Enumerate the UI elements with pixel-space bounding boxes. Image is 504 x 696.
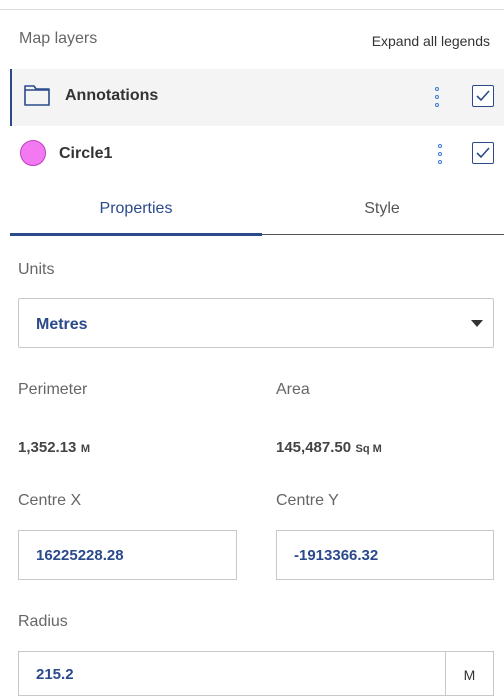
chevron-down-icon [471, 320, 483, 327]
top-divider [0, 9, 504, 10]
checkmark-icon [476, 90, 490, 102]
layer-menu-icon[interactable] [434, 87, 440, 107]
active-tab-indicator [10, 233, 262, 236]
centre-x-input[interactable]: 16225228.28 [18, 530, 237, 580]
layer-menu-icon[interactable] [437, 144, 443, 164]
perimeter-readout: 1,352.13 M [18, 439, 90, 457]
units-select[interactable]: Metres [18, 298, 494, 348]
expand-all-legends-link[interactable]: Expand all legends [372, 33, 490, 49]
radius-unit-box: M [445, 651, 494, 696]
panel-title: Map layers [19, 30, 98, 47]
area-label: Area [276, 381, 310, 398]
layer-label: Circle1 [59, 145, 113, 162]
centre-y-value: -1913366.32 [294, 547, 379, 564]
centre-y-input[interactable]: -1913366.32 [276, 530, 494, 580]
radius-label: Radius [18, 613, 68, 630]
area-value: 145,487.50 [276, 439, 352, 456]
folder-icon [24, 84, 50, 106]
tab-style[interactable]: Style [262, 200, 502, 218]
layer-visibility-checkbox[interactable] [472, 142, 494, 164]
units-label: Units [18, 261, 55, 278]
checkmark-icon [476, 147, 490, 159]
centre-y-label: Centre Y [276, 492, 339, 509]
circle-shape-icon [20, 140, 46, 166]
tab-properties[interactable]: Properties [10, 200, 262, 218]
layer-label: Annotations [65, 87, 159, 104]
area-readout: 145,487.50 Sq M [276, 439, 382, 457]
area-unit: Sq M [355, 443, 382, 455]
perimeter-value: 1,352.13 [18, 439, 77, 456]
units-selected-value: Metres [36, 316, 88, 333]
perimeter-unit: M [80, 443, 91, 455]
perimeter-label: Perimeter [18, 381, 88, 398]
centre-x-value: 16225228.28 [36, 547, 124, 564]
radius-input[interactable]: 215.2 [18, 651, 446, 696]
layer-visibility-checkbox[interactable] [472, 85, 494, 107]
radius-value: 215.2 [36, 666, 74, 683]
layer-row-circle1[interactable]: Circle1 [10, 126, 504, 183]
layer-row-annotations[interactable]: Annotations [10, 69, 504, 126]
centre-x-label: Centre X [18, 492, 82, 509]
